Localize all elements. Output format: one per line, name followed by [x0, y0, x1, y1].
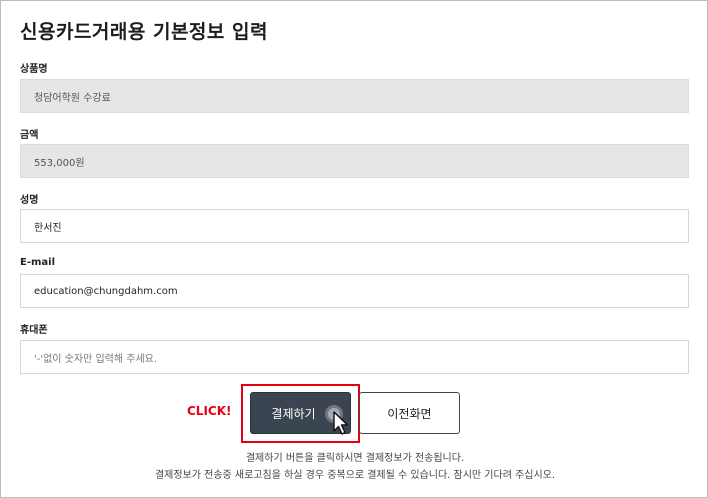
amount-field: 553,000원 — [20, 144, 689, 178]
amount-value: 553,000원 — [34, 157, 85, 169]
email-value: education@chungdahm.com — [34, 285, 178, 297]
product-label: 상품명 — [20, 64, 48, 75]
phone-field[interactable]: '-'없이 숫자만 입력해 주세요. — [20, 340, 689, 374]
name-field[interactable]: 한서진 — [20, 209, 689, 243]
notice-line-2: 결제정보가 전송중 새로고침을 하실 경우 중복으로 결제될 수 있습니다. 잠… — [154, 470, 556, 481]
name-label: 성명 — [20, 195, 39, 206]
page-title: 신용카드거래용 기본정보 입력 — [20, 21, 268, 43]
phone-label: 휴대폰 — [20, 325, 48, 336]
previous-screen-button[interactable]: 이전화면 — [359, 392, 460, 434]
mouse-pointer-icon — [325, 405, 349, 435]
name-value: 한서진 — [34, 222, 62, 234]
product-value: 청담어학원 수강료 — [34, 92, 111, 104]
notice-line-1: 결제하기 버튼을 클릭하시면 결제정보가 전송됩니다. — [245, 453, 465, 464]
amount-label: 금액 — [20, 130, 39, 141]
payment-info-form: 신용카드거래용 기본정보 입력 상품명 청담어학원 수강료 금액 553,000… — [0, 0, 708, 498]
email-field[interactable]: education@chungdahm.com — [20, 274, 689, 308]
click-hint: CLICK! — [187, 404, 232, 418]
email-label: E-mail — [20, 257, 56, 268]
product-field: 청담어학원 수강료 — [20, 79, 689, 113]
phone-placeholder: '-'없이 숫자만 입력해 주세요. — [34, 353, 158, 365]
